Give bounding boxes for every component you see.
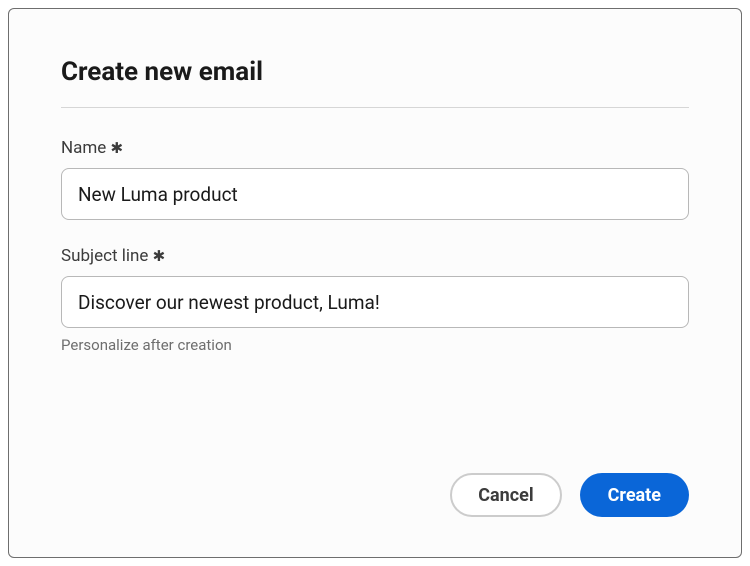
divider (61, 107, 689, 108)
name-input[interactable] (61, 168, 689, 220)
create-button[interactable]: Create (580, 473, 689, 517)
subject-label-text: Subject line (61, 246, 148, 266)
subject-input[interactable] (61, 276, 689, 328)
subject-helper-text: Personalize after creation (61, 336, 689, 354)
dialog-title: Create new email (61, 57, 689, 87)
dialog-button-row: Cancel Create (61, 453, 689, 517)
name-label-text: Name (61, 138, 106, 158)
subject-label: Subject line ✱ (61, 246, 689, 266)
create-email-dialog: Create new email Name ✱ Subject line ✱ P… (8, 8, 742, 558)
subject-form-group: Subject line ✱ Personalize after creatio… (61, 246, 689, 354)
required-asterisk-icon: ✱ (111, 139, 124, 157)
cancel-button[interactable]: Cancel (450, 473, 561, 517)
required-asterisk-icon: ✱ (153, 247, 166, 265)
name-label: Name ✱ (61, 138, 689, 158)
name-form-group: Name ✱ (61, 138, 689, 220)
